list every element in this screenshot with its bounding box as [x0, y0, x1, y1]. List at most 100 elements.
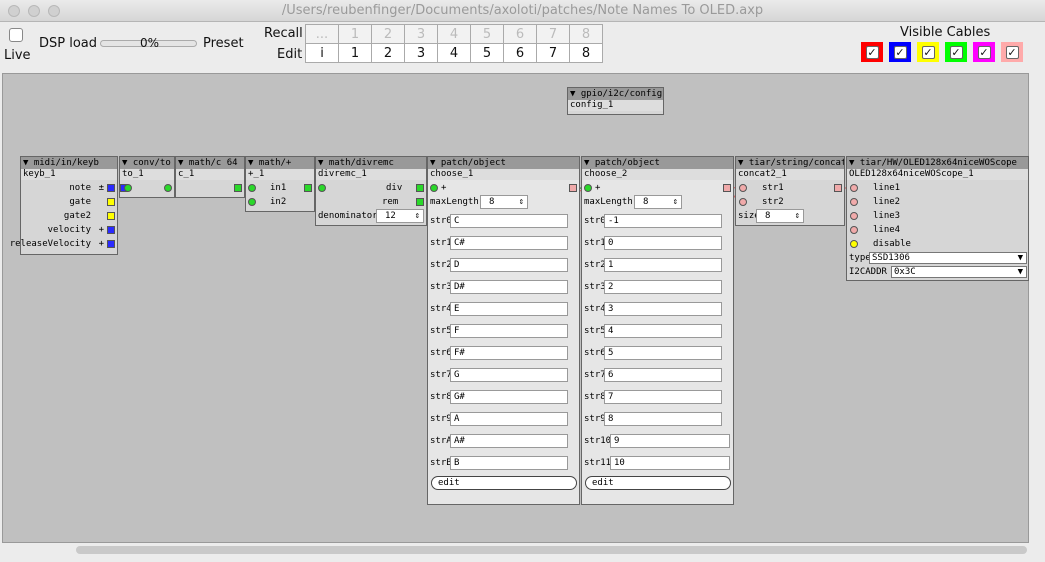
- maxlength-spinner[interactable]: 8 ⇕: [480, 195, 528, 209]
- edit-slot-7[interactable]: 7: [536, 43, 570, 63]
- string-field[interactable]: 4: [604, 324, 722, 338]
- object-choose2[interactable]: ▼ patch/object choose_2 + maxLength 8 ⇕ s…: [581, 156, 734, 505]
- recall-slot-8[interactable]: 8: [569, 24, 603, 44]
- outlet-port[interactable]: [304, 184, 312, 192]
- string-field[interactable]: A#: [450, 434, 568, 448]
- instance-name[interactable]: keyb_1: [21, 169, 117, 180]
- outlet-port[interactable]: [723, 184, 731, 192]
- string-field[interactable]: 5: [604, 346, 722, 360]
- spinner-arrows-icon[interactable]: ⇕: [415, 210, 420, 222]
- string-field[interactable]: D#: [450, 280, 568, 294]
- object-header[interactable]: ▼ tiar/string/concat2: [736, 157, 844, 169]
- instance-name[interactable]: choose_1: [428, 169, 579, 180]
- outlet-port[interactable]: [416, 184, 424, 192]
- string-field[interactable]: E: [450, 302, 568, 316]
- object-header[interactable]: ▼ conv/to i: [120, 157, 174, 169]
- i2caddr-select[interactable]: 0x3C ▼: [891, 266, 1027, 278]
- inlet-port[interactable]: [850, 212, 858, 220]
- spinner-arrows-icon[interactable]: ⇕: [519, 196, 524, 208]
- inlet-port[interactable]: [248, 184, 256, 192]
- cable-toggle-0[interactable]: ✓: [861, 42, 883, 62]
- string-field[interactable]: 2: [604, 280, 722, 294]
- edit-slot-2[interactable]: 2: [371, 43, 405, 63]
- instance-name[interactable]: to_1: [120, 169, 174, 180]
- object-oled[interactable]: ▼ tiar/HW/OLED128x64niceWOScope OLED128x…: [846, 156, 1029, 281]
- outlet-port[interactable]: [416, 198, 424, 206]
- object-keyb[interactable]: ▼ midi/in/keyb keyb_1 note ± gate gate2 velo…: [10, 156, 118, 255]
- outlet-port[interactable]: [107, 226, 115, 234]
- string-field[interactable]: A: [450, 412, 568, 426]
- edit-slot-1[interactable]: 1: [338, 43, 372, 63]
- string-field[interactable]: 10: [610, 456, 730, 470]
- inlet-port[interactable]: [739, 198, 747, 206]
- outlet-port[interactable]: [164, 184, 172, 192]
- object-plus[interactable]: ▼ math/+ +_1 in1 in2: [245, 156, 315, 212]
- inlet-port[interactable]: [248, 198, 256, 206]
- string-field[interactable]: F#: [450, 346, 568, 360]
- recall-slot-5[interactable]: 5: [470, 24, 504, 44]
- string-field[interactable]: 7: [604, 390, 722, 404]
- outlet-port[interactable]: [107, 212, 115, 220]
- edit-slot-3[interactable]: 3: [404, 43, 438, 63]
- spinner-arrows-icon[interactable]: ⇕: [673, 196, 678, 208]
- recall-slot-7[interactable]: 7: [536, 24, 570, 44]
- string-field[interactable]: 8: [604, 412, 722, 426]
- object-header[interactable]: ▼ math/c 64: [176, 157, 244, 169]
- inlet-port[interactable]: [850, 198, 858, 206]
- recall-slot-1[interactable]: 1: [338, 24, 372, 44]
- zoom-window-button[interactable]: [48, 5, 60, 17]
- string-field[interactable]: F: [450, 324, 568, 338]
- inlet-port[interactable]: [850, 226, 858, 234]
- cable-toggle-2[interactable]: ✓: [917, 42, 939, 62]
- object-header[interactable]: ▼ patch/object: [428, 157, 579, 169]
- instance-name[interactable]: OLED128x64niceWOScope_1: [847, 169, 1028, 180]
- object-c64[interactable]: ▼ math/c 64 c_1: [175, 156, 245, 198]
- recall-slot-0[interactable]: ...: [305, 24, 339, 44]
- live-checkbox[interactable]: [9, 28, 23, 42]
- edit-slot-8[interactable]: 8: [569, 43, 603, 63]
- string-field[interactable]: G: [450, 368, 568, 382]
- object-header[interactable]: ▼ midi/in/keyb: [21, 157, 117, 169]
- object-header[interactable]: ▼ patch/object: [582, 157, 733, 169]
- cable-toggle-3[interactable]: ✓: [945, 42, 967, 62]
- spinner-arrows-icon[interactable]: ⇕: [795, 210, 800, 222]
- object-conv[interactable]: ▼ conv/to i to_1: [119, 156, 175, 198]
- recall-slot-2[interactable]: 2: [371, 24, 405, 44]
- string-field[interactable]: B: [450, 456, 568, 470]
- close-window-button[interactable]: [8, 5, 20, 17]
- cable-toggle-1[interactable]: ✓: [889, 42, 911, 62]
- instance-name[interactable]: concat2_1: [736, 169, 844, 180]
- inlet-port[interactable]: [318, 184, 326, 192]
- edit-slot-4[interactable]: 4: [437, 43, 471, 63]
- string-field[interactable]: 6: [604, 368, 722, 382]
- edit-slot-6[interactable]: 6: [503, 43, 537, 63]
- string-field[interactable]: C: [450, 214, 568, 228]
- instance-name[interactable]: divremc_1: [316, 169, 426, 180]
- string-field[interactable]: 0: [604, 236, 722, 250]
- outlet-port[interactable]: [107, 198, 115, 206]
- string-field[interactable]: 9: [610, 434, 730, 448]
- string-field[interactable]: -1: [604, 214, 722, 228]
- outlet-port[interactable]: [834, 184, 842, 192]
- string-field[interactable]: C#: [450, 236, 568, 250]
- string-field[interactable]: G#: [450, 390, 568, 404]
- maxlength-spinner[interactable]: 8 ⇕: [634, 195, 682, 209]
- object-header[interactable]: ▼ gpio/i2c/config: [568, 88, 663, 100]
- object-header[interactable]: ▼ math/divremc: [316, 157, 426, 169]
- object-choose1[interactable]: ▼ patch/object choose_1 + maxLength 8 ⇕ s…: [427, 156, 580, 505]
- inlet-port[interactable]: [124, 184, 132, 192]
- edit-slot-5[interactable]: 5: [470, 43, 504, 63]
- inlet-port[interactable]: [739, 184, 747, 192]
- inlet-port[interactable]: [850, 240, 858, 248]
- minimize-window-button[interactable]: [28, 5, 40, 17]
- denominator-spinner[interactable]: 12 ⇕: [376, 209, 424, 223]
- inlet-port[interactable]: [850, 184, 858, 192]
- recall-slot-4[interactable]: 4: [437, 24, 471, 44]
- outlet-port[interactable]: [107, 240, 115, 248]
- cable-toggle-4[interactable]: ✓: [973, 42, 995, 62]
- edit-slot-0[interactable]: i: [305, 43, 339, 63]
- cable-toggle-5[interactable]: ✓: [1001, 42, 1023, 62]
- size-spinner[interactable]: 8 ⇕: [756, 209, 804, 223]
- recall-slot-3[interactable]: 3: [404, 24, 438, 44]
- instance-name[interactable]: +_1: [246, 169, 314, 180]
